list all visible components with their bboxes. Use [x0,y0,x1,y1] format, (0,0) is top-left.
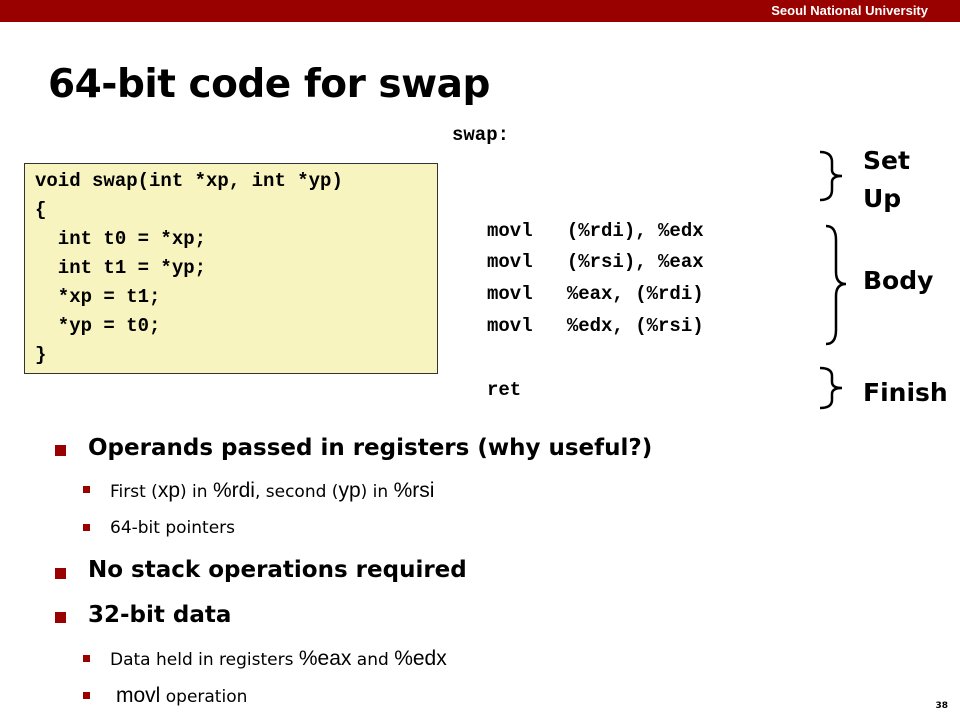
code-line: *xp = t1; [35,286,161,308]
label-body: Body [863,266,934,295]
sub-bullet-icon [83,524,90,531]
text: and [351,650,395,670]
text: Data held in registers [110,650,299,670]
text: ) in [180,482,213,502]
asm-label: swap: [452,124,510,146]
text: %rdi [212,479,255,502]
institution-name: Seoul National University [771,3,928,18]
code-line: int t1 = *yp; [35,257,207,279]
header-bar: Seoul National University [0,0,960,22]
bullet-operands: Operands passed in registers (why useful… [88,435,653,461]
sub-bullet-icon [83,655,90,662]
page-number: 38 [935,701,948,711]
code-line: } [35,344,47,366]
setup-brace-icon [819,150,843,202]
sub-bullet-data-held: Data held in registers %eax and %edx [110,647,447,671]
asm-line: movl (%rsi), %eax [487,251,704,273]
asm-line: ret [487,379,522,401]
code-line: { [35,199,47,221]
bullet-no-stack: No stack operations required [88,557,467,583]
text: %eax [298,647,352,670]
text: xp [157,479,180,502]
slide-title: 64-bit code for swap [48,62,490,107]
c-code-box: void swap(int *xp, int *yp) { int t0 = *… [24,163,438,374]
bullet-32bit: 32-bit data [88,602,232,628]
text: First ( [110,482,158,502]
sub-bullet-movl: movl operation [116,684,247,708]
label-finish: Finish [863,378,948,407]
body-brace-icon [825,224,847,346]
asm-line: movl (%rdi), %edx [487,220,704,242]
text: operation [160,687,248,707]
sub-bullet-icon [83,692,90,699]
sub-bullet-registers: First (xp) in %rdi, second (yp) in %rsi [110,479,434,503]
asm-line: movl %edx, (%rsi) [487,315,704,337]
sub-bullet-icon [83,486,90,493]
label-setup: Set [863,146,910,175]
code-line: int t0 = *xp; [35,228,207,250]
code-line: void swap(int *xp, int *yp) [35,170,343,192]
text: yp [338,479,361,502]
text: , second ( [254,482,339,502]
text: ) in [360,482,394,502]
bullet-square-icon [55,568,66,579]
finish-brace-icon [819,366,843,410]
text: movl [116,684,161,707]
brace-icons [819,150,847,410]
bullet-square-icon [55,612,66,623]
label-setup: Up [863,184,902,213]
text: %edx [394,647,447,670]
code-line: *yp = t0; [35,315,161,337]
asm-line: movl %eax, (%rdi) [487,283,704,305]
sub-bullet-pointers: 64-bit pointers [110,518,236,538]
text: %rsi [393,479,435,502]
bullet-square-icon [55,445,66,456]
